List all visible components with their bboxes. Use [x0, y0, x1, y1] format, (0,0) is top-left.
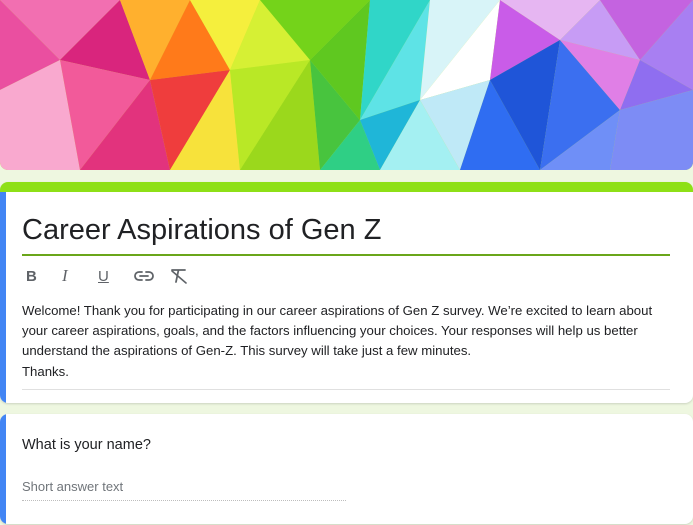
focus-indicator [0, 414, 6, 524]
header-banner-image [0, 0, 693, 170]
focus-indicator [0, 192, 6, 403]
description-line: your career aspirations, goals, and the … [22, 323, 638, 339]
description-line: understand the aspirations of Gen-Z. Thi… [22, 343, 472, 359]
italic-button[interactable]: I [62, 264, 98, 288]
link-button[interactable] [134, 264, 170, 288]
form-title[interactable]: Career Aspirations of Gen Z [22, 214, 381, 247]
bold-button[interactable]: B [26, 264, 62, 288]
clear-formatting-icon [171, 269, 187, 284]
link-icon [134, 271, 154, 281]
short-answer-field[interactable]: Short answer text [22, 479, 346, 501]
form-title-card[interactable]: Career Aspirations of Gen Z B I U Welcom… [0, 182, 693, 403]
question-title: What is your name? [22, 437, 151, 453]
title-underline [22, 254, 670, 256]
form-description[interactable]: Welcome! Thank you for participating in … [22, 301, 670, 382]
description-line: Welcome! Thank you for participating in … [22, 303, 653, 318]
clear-formatting-button[interactable] [170, 264, 206, 288]
formatting-toolbar: B I U [26, 264, 206, 288]
underline-button[interactable]: U [98, 264, 134, 288]
question-card[interactable]: What is your name? Short answer text [0, 414, 693, 524]
description-underline [22, 389, 670, 390]
description-line: Thanks. [22, 363, 69, 379]
